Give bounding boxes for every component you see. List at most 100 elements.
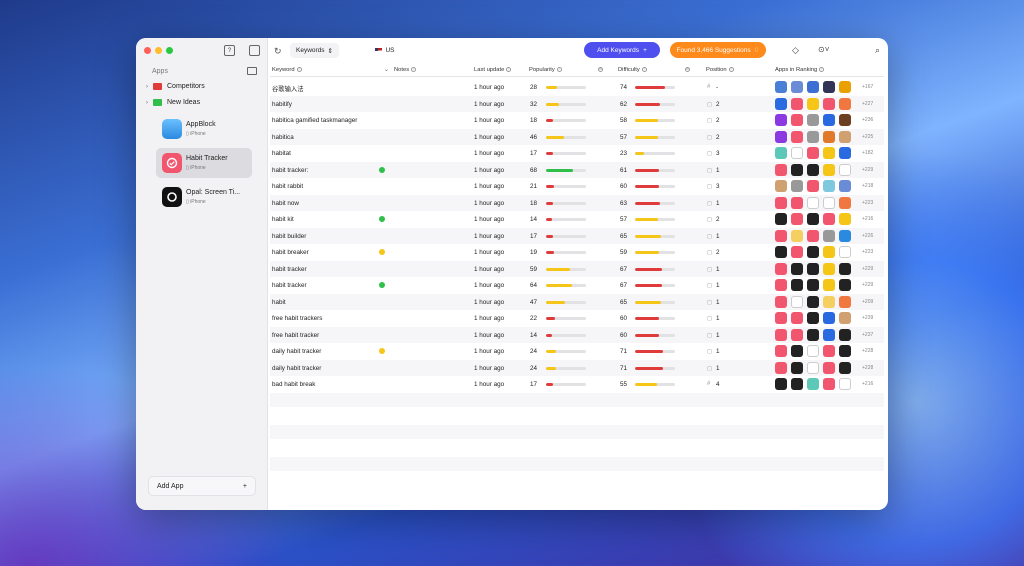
table-row[interactable]: daily habit tracker 1 hour ago 24 71 ◻ 1 +228	[270, 359, 884, 376]
ranking-app-icon[interactable]	[775, 163, 787, 176]
ranking-app-icon[interactable]	[791, 147, 803, 159]
ranking-app-icon[interactable]	[775, 328, 787, 341]
more-options-icon[interactable]: ⊙˅	[818, 45, 829, 54]
table-row[interactable]: habit builder 1 hour ago 17 65 ◻ 1 +226	[270, 227, 884, 244]
ranking-app-icon[interactable]	[807, 163, 819, 176]
table-row[interactable]: habitat 1 hour ago 17 23 ◻ 3 +182	[270, 145, 884, 162]
note-dot[interactable]	[379, 216, 385, 222]
folder-new-ideas[interactable]: › New Ideas	[146, 99, 200, 106]
column-header-apps-in-ranking[interactable]: Apps in Ranking i	[775, 67, 825, 73]
sidebar-app-habit-tracker[interactable]: Habit Tracker ▯ iPhone	[156, 148, 252, 178]
ranking-app-icon[interactable]	[839, 229, 851, 242]
table-row[interactable]: habit rabbit 1 hour ago 21 60 ◻ 3 +218	[270, 178, 884, 195]
add-app-button[interactable]: Add App +	[148, 476, 256, 496]
note-dot[interactable]	[379, 249, 385, 255]
ranking-app-icon[interactable]	[807, 130, 819, 143]
ranking-app-icon[interactable]	[775, 196, 787, 209]
chevron-down-icon[interactable]: ⌄	[384, 67, 389, 73]
table-row[interactable]: habit 1 hour ago 47 65 ◻ 1 +209	[270, 293, 884, 310]
table-row[interactable]: habit kit 1 hour ago 14 57 ◻ 2 +216	[270, 211, 884, 228]
ranking-app-icon[interactable]	[807, 345, 819, 357]
ranking-app-icon[interactable]	[807, 312, 819, 324]
ranking-app-icon[interactable]	[839, 246, 851, 258]
store-selector[interactable]: US	[350, 43, 420, 58]
ranking-app-icon[interactable]	[823, 180, 835, 192]
table-row[interactable]: daily habit tracker 1 hour ago 24 71 ◻ 1 +228	[270, 343, 884, 360]
help-icon[interactable]: ?	[224, 45, 235, 56]
column-header-keyword[interactable]: Keyword i	[272, 67, 302, 73]
ranking-app-icon[interactable]	[791, 295, 803, 308]
ranking-app-icon[interactable]	[807, 196, 819, 209]
ranking-app-icon[interactable]	[807, 279, 819, 291]
ranking-app-icon[interactable]	[823, 262, 835, 275]
ranking-app-icon[interactable]	[775, 378, 787, 390]
ranking-app-icon[interactable]	[807, 81, 819, 93]
ranking-app-icon[interactable]	[823, 81, 835, 93]
ranking-app-icon[interactable]	[839, 361, 851, 374]
ranking-app-icon[interactable]	[791, 312, 803, 324]
ranking-app-icon[interactable]	[791, 361, 803, 374]
ranking-app-icon[interactable]	[775, 246, 787, 258]
ranking-app-icon[interactable]	[839, 81, 851, 93]
ranking-app-icon[interactable]	[839, 279, 851, 291]
ranking-app-icon[interactable]	[775, 97, 787, 110]
note-dot[interactable]	[379, 166, 385, 173]
tag-icon[interactable]: ◇	[792, 45, 799, 56]
note-dot[interactable]	[379, 348, 385, 354]
ranking-app-icon[interactable]	[791, 246, 803, 258]
sidebar-app-opal[interactable]: Opal: Screen Ti... ▯ iPhone	[156, 182, 252, 212]
table-row[interactable]: habit now 1 hour ago 18 63 ◻ 1 +223	[270, 194, 884, 211]
sidebar-app-appblock[interactable]: AppBlock ▯ iPhone	[156, 114, 252, 144]
ranking-app-icon[interactable]	[791, 196, 803, 209]
ranking-app-icon[interactable]	[823, 114, 835, 126]
ranking-app-icon[interactable]	[791, 180, 803, 192]
ranking-app-icon[interactable]	[839, 213, 851, 225]
ranking-app-icon[interactable]	[791, 163, 803, 176]
ranking-app-icon[interactable]	[791, 114, 803, 126]
ranking-app-icon[interactable]	[791, 279, 803, 291]
table-row[interactable]: habit tracker: 1 hour ago 68 61 ◻ 1 +229	[270, 161, 884, 178]
new-folder-icon[interactable]	[247, 67, 257, 75]
ranking-app-icon[interactable]	[839, 97, 851, 110]
table-row[interactable]: habitica gamified taskmanager 1 hour ago 1…	[270, 112, 884, 129]
ranking-app-icon[interactable]	[791, 378, 803, 390]
suggestions-button[interactable]: Found 3,466 Suggestions ♢	[670, 42, 766, 58]
ranking-app-icon[interactable]	[807, 262, 819, 275]
column-header-difficulty[interactable]: Difficulty i	[618, 67, 647, 73]
note-dot[interactable]	[379, 282, 385, 288]
settings-icon[interactable]: ⚙	[596, 67, 603, 73]
ranking-app-icon[interactable]	[839, 180, 851, 192]
ranking-app-icon[interactable]	[807, 180, 819, 192]
ranking-app-icon[interactable]	[839, 114, 851, 126]
ranking-app-icon[interactable]	[823, 345, 835, 357]
ranking-app-icon[interactable]	[775, 130, 787, 143]
ranking-app-icon[interactable]	[775, 147, 787, 159]
ranking-app-icon[interactable]	[823, 213, 835, 225]
ranking-app-icon[interactable]	[823, 147, 835, 159]
ranking-app-icon[interactable]	[807, 147, 819, 159]
column-header-popularity[interactable]: Popularity i	[529, 67, 562, 73]
ranking-app-icon[interactable]	[823, 130, 835, 143]
ranking-app-icon[interactable]	[775, 229, 787, 242]
ranking-app-icon[interactable]	[791, 262, 803, 275]
table-row[interactable]: habitica 1 hour ago 46 57 ◻ 2 +225	[270, 128, 884, 145]
sidebar-toggle-icon[interactable]	[249, 45, 260, 56]
table-row[interactable]: habitify 1 hour ago 32 62 ◻ 2 +227	[270, 95, 884, 112]
ranking-app-icon[interactable]	[823, 196, 835, 209]
table-row[interactable]: 谷歌输入法 1 hour ago 28 74 # - +167	[270, 79, 884, 96]
settings-icon[interactable]: ⚙	[683, 67, 690, 73]
ranking-app-icon[interactable]	[839, 295, 851, 308]
table-row[interactable]: habit tracker 1 hour ago 64 67 ◻ 1 +229	[270, 277, 884, 294]
ranking-app-icon[interactable]	[823, 328, 835, 341]
ranking-app-icon[interactable]	[839, 328, 851, 341]
ranking-app-icon[interactable]	[775, 81, 787, 93]
ranking-app-icon[interactable]	[823, 295, 835, 308]
ranking-app-icon[interactable]	[775, 295, 787, 308]
ranking-app-icon[interactable]	[775, 262, 787, 275]
ranking-app-icon[interactable]	[807, 378, 819, 390]
keywords-dropdown[interactable]: Keywords ⇕	[290, 43, 339, 58]
ranking-app-icon[interactable]	[839, 262, 851, 275]
ranking-app-icon[interactable]	[839, 312, 851, 324]
ranking-app-icon[interactable]	[839, 147, 851, 159]
table-row[interactable]: habit breaker 1 hour ago 19 59 ◻ 2 +223	[270, 244, 884, 261]
